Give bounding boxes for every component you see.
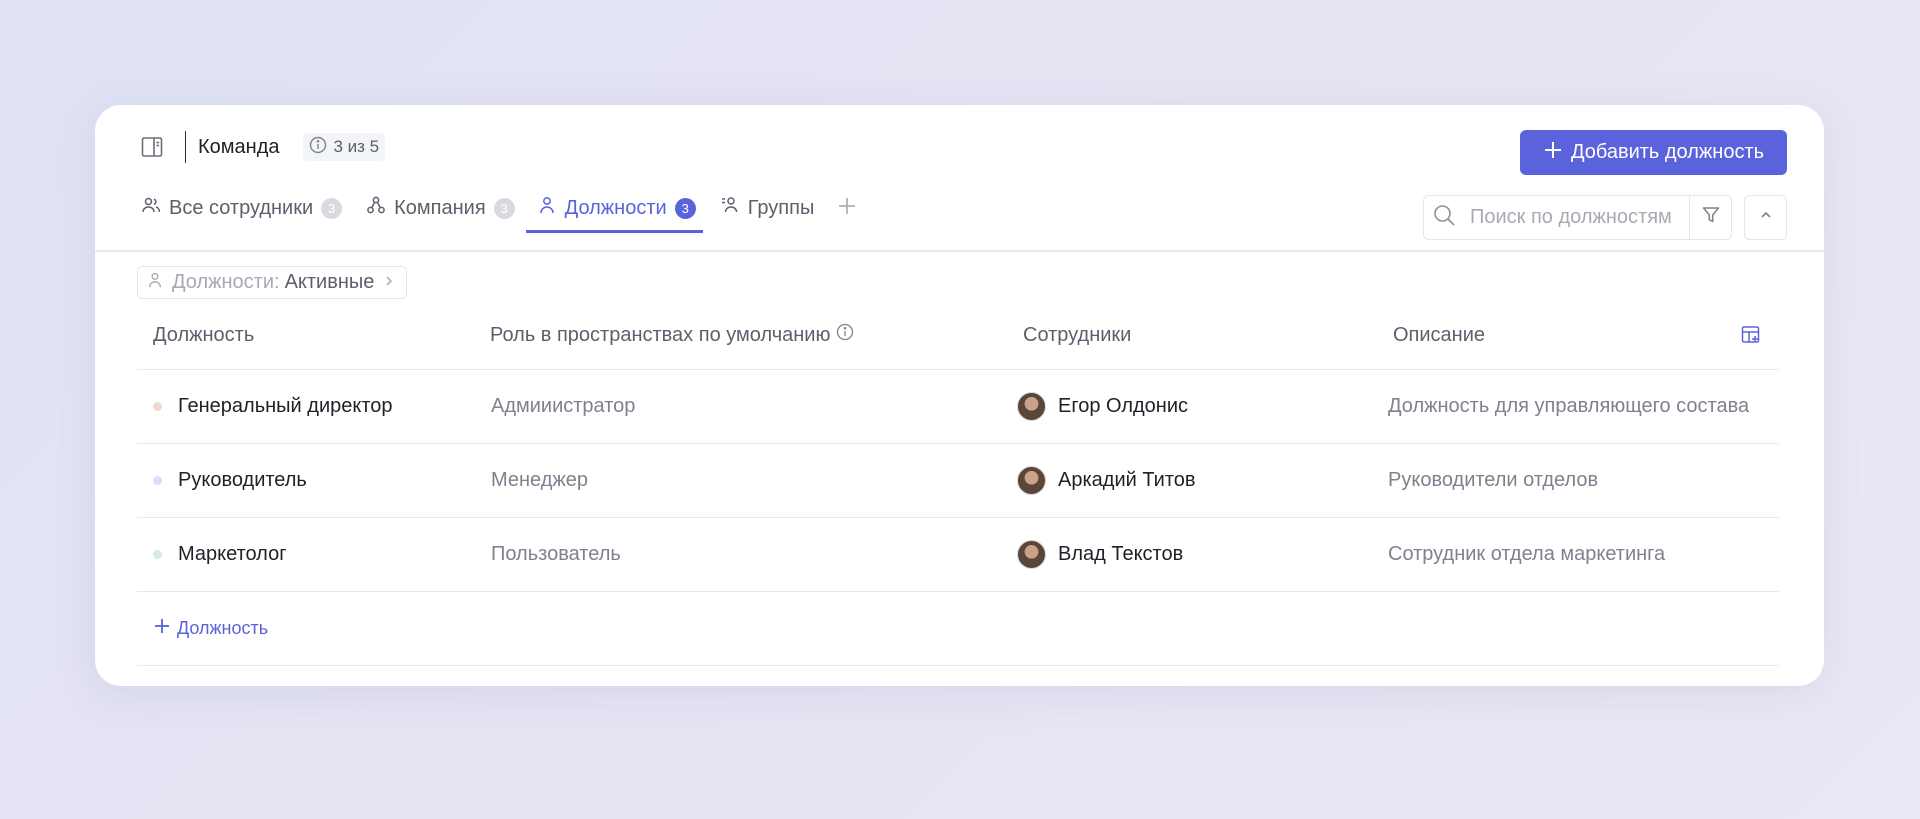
plus-icon xyxy=(153,617,171,640)
avatar xyxy=(1017,392,1046,421)
tab-count-badge: 3 xyxy=(493,197,515,219)
tab-label: Компания xyxy=(394,196,486,219)
plus-icon xyxy=(836,195,858,222)
filter-chip[interactable]: Должности: Активные xyxy=(137,266,408,299)
add-position-row-button[interactable]: Должность xyxy=(153,617,268,640)
tab-label: Все сотрудники xyxy=(169,196,314,219)
tab-count-badge: 3 xyxy=(321,197,343,219)
tab-company[interactable]: Компания 3 xyxy=(364,187,517,233)
description-cell: Должность для управляющего состава xyxy=(1388,395,1750,417)
table-row[interactable]: Маркетолог Пользователь Влад Текстов Сот… xyxy=(137,518,1779,592)
team-card: Команда 3 из 5 Добавить должность Все со… xyxy=(95,105,1824,686)
position-color-dot xyxy=(153,402,162,411)
role-cell: Менеджер xyxy=(491,469,589,491)
chevron-right-icon xyxy=(382,271,396,294)
collapse-button[interactable] xyxy=(1744,195,1787,240)
page-title: Команда xyxy=(198,135,280,158)
search-box xyxy=(1423,195,1690,240)
tab-all-employees[interactable]: Все сотрудники 3 xyxy=(139,187,344,233)
user-icon xyxy=(146,271,164,295)
limit-text: 3 из 5 xyxy=(333,137,380,156)
tabs-divider xyxy=(95,250,1824,252)
info-icon xyxy=(309,136,327,159)
search-input[interactable] xyxy=(1470,206,1680,229)
filter-button[interactable] xyxy=(1689,195,1732,240)
description-cell: Руководители отделов xyxy=(1388,469,1599,491)
column-header-role-label: Роль в пространствах по умолчанию xyxy=(490,323,831,346)
search-icon xyxy=(1432,203,1456,232)
role-cell: Адмииистратор xyxy=(491,395,636,417)
positions-table: Должность Роль в пространствах по умолча… xyxy=(137,301,1779,666)
tab-bar: Все сотрудники 3 Компания 3 Должности 3 xyxy=(139,187,858,233)
employee-name: Влад Текстов xyxy=(1058,543,1184,565)
tab-label: Должности xyxy=(564,196,667,219)
add-row: Должность xyxy=(137,592,1779,666)
tab-label: Группы xyxy=(747,196,815,219)
add-position-button[interactable]: Добавить должность xyxy=(1520,130,1787,175)
position-cell: Руководитель xyxy=(153,469,307,492)
filter-chip-label: Должности: xyxy=(172,271,280,293)
avatar xyxy=(1017,540,1046,569)
employee-cell: Егор Олдонис xyxy=(1017,392,1188,421)
group-icon xyxy=(720,195,740,221)
column-header-role[interactable]: Роль в пространствах по умолчанию xyxy=(490,323,854,347)
add-position-label: Добавить должность xyxy=(1570,141,1765,163)
tab-positions[interactable]: Должности 3 xyxy=(525,187,703,233)
column-header-position[interactable]: Должность xyxy=(153,324,254,347)
top-bar: Команда 3 из 5 xyxy=(139,129,386,165)
org-icon xyxy=(366,195,386,221)
role-cell: Пользователь xyxy=(491,543,621,565)
description-cell: Сотрудник отдела маркетинга xyxy=(1388,543,1666,565)
limit-badge: 3 из 5 xyxy=(303,133,386,161)
table-row[interactable]: Руководитель Менеджер Аркадий Титов Руко… xyxy=(137,444,1779,518)
table-header: Должность Роль в пространствах по умолча… xyxy=(137,301,1779,370)
chevron-up-icon xyxy=(1758,207,1774,228)
users-icon xyxy=(141,195,161,221)
column-header-description[interactable]: Описание xyxy=(1393,324,1485,347)
position-name: Генеральный директор xyxy=(178,395,393,417)
position-name: Маркетолог xyxy=(178,543,287,565)
column-header-employees[interactable]: Сотрудники xyxy=(1023,324,1131,347)
add-position-row-label: Должность xyxy=(177,618,269,638)
user-icon xyxy=(537,195,557,221)
table-columns-icon[interactable] xyxy=(1741,325,1761,350)
position-cell: Генеральный директор xyxy=(153,395,393,418)
table-row[interactable]: Генеральный директор Адмииистратор Егор … xyxy=(137,370,1779,444)
employee-cell: Аркадий Титов xyxy=(1017,466,1196,495)
position-cell: Маркетолог xyxy=(153,543,287,566)
employee-cell: Влад Текстов xyxy=(1017,540,1183,569)
plus-icon xyxy=(1543,140,1563,166)
info-icon xyxy=(836,323,854,347)
filter-chip-value: Активные xyxy=(284,271,375,293)
position-name: Руководитель xyxy=(178,469,307,491)
avatar xyxy=(1017,466,1046,495)
tab-count-badge: 3 xyxy=(674,197,696,219)
sidebar-toggle-icon[interactable] xyxy=(139,134,165,160)
add-tab-button[interactable] xyxy=(836,187,858,233)
title-divider xyxy=(185,131,186,163)
employee-name: Аркадий Титов xyxy=(1058,469,1196,491)
position-color-dot xyxy=(153,476,162,485)
filter-icon xyxy=(1701,205,1721,230)
tab-groups[interactable]: Группы xyxy=(718,187,817,233)
employee-name: Егор Олдонис xyxy=(1058,395,1189,417)
position-color-dot xyxy=(153,550,162,559)
